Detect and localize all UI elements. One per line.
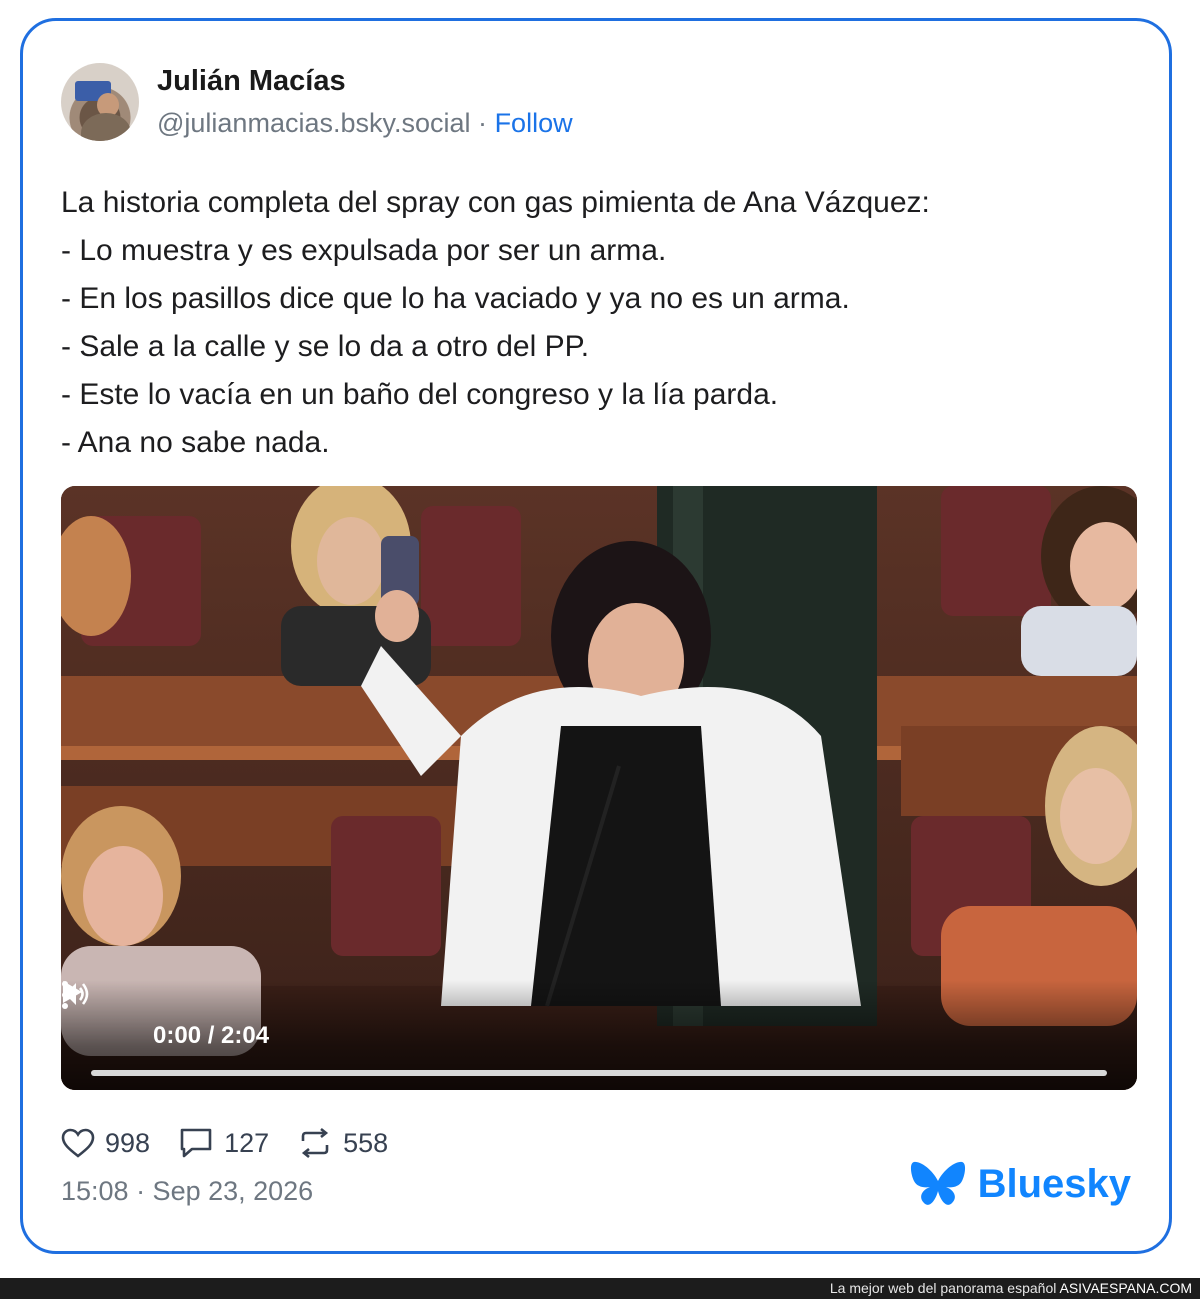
more-vertical-icon[interactable] bbox=[61, 980, 69, 1010]
reply-button[interactable]: 127 bbox=[178, 1127, 269, 1159]
handle-separator: · bbox=[478, 108, 488, 138]
footer-site-link[interactable]: ASIVAESPANA.COM bbox=[1059, 1280, 1192, 1296]
comment-icon bbox=[180, 1128, 212, 1158]
video-progress-bar[interactable] bbox=[91, 1070, 1107, 1076]
bluesky-label: Bluesky bbox=[977, 1161, 1131, 1206]
avatar[interactable] bbox=[61, 63, 139, 141]
footer-tagline: La mejor web del panorama español bbox=[829, 1280, 1057, 1296]
page: Julián Macías @julianmacias.bsky.social … bbox=[0, 0, 1200, 1299]
repost-icon bbox=[301, 1127, 329, 1159]
post-text-line: La historia completa del spray con gas p… bbox=[61, 186, 930, 219]
author-handle[interactable]: @julianmacias.bsky.social bbox=[157, 108, 471, 138]
site-footer: La mejor web del panorama español ASIVAE… bbox=[0, 1278, 1200, 1299]
post-text-line: - Ana no sabe nada. bbox=[61, 426, 330, 459]
repost-count: 558 bbox=[343, 1127, 389, 1158]
video-player[interactable]: 0:00 / 2:04 bbox=[61, 486, 1137, 1090]
heart-icon bbox=[61, 1128, 95, 1158]
like-count: 998 bbox=[105, 1127, 151, 1158]
like-button[interactable]: 998 bbox=[61, 1128, 150, 1159]
repost-button[interactable]: 558 bbox=[297, 1127, 388, 1159]
post-text-line: - Sale a la calle y se lo da a otro del … bbox=[61, 330, 590, 363]
post-text-line: - En los pasillos dice que lo ha vaciado… bbox=[61, 282, 850, 315]
post-card: Julián Macías @julianmacias.bsky.social … bbox=[20, 18, 1172, 1254]
footer-text: La mejor web del panorama español ASIVAE… bbox=[830, 1280, 1192, 1296]
post-timestamp[interactable]: 15:08 · Sep 23, 2026 bbox=[61, 1176, 313, 1207]
follow-link[interactable]: Follow bbox=[495, 108, 573, 138]
avatar-body bbox=[81, 113, 131, 141]
post-text: La historia completa del spray con gas p… bbox=[61, 179, 1141, 467]
butterfly-icon bbox=[910, 1161, 965, 1205]
post-text-line: - Este lo vacía en un baño del congreso … bbox=[61, 378, 779, 411]
handle-row: @julianmacias.bsky.social · Follow bbox=[157, 108, 573, 139]
video-time: 0:00 / 2:04 bbox=[153, 1022, 270, 1049]
author-name[interactable]: Julián Macías bbox=[157, 65, 346, 98]
bluesky-brand[interactable]: Bluesky bbox=[910, 1159, 1131, 1209]
video-controls: 0:00 / 2:04 bbox=[61, 980, 1137, 1090]
post-stats: 998 127 558 bbox=[61, 1125, 416, 1161]
reply-count: 127 bbox=[224, 1127, 270, 1158]
post-text-line: - Lo muestra y es expulsada por ser un a… bbox=[61, 234, 667, 267]
